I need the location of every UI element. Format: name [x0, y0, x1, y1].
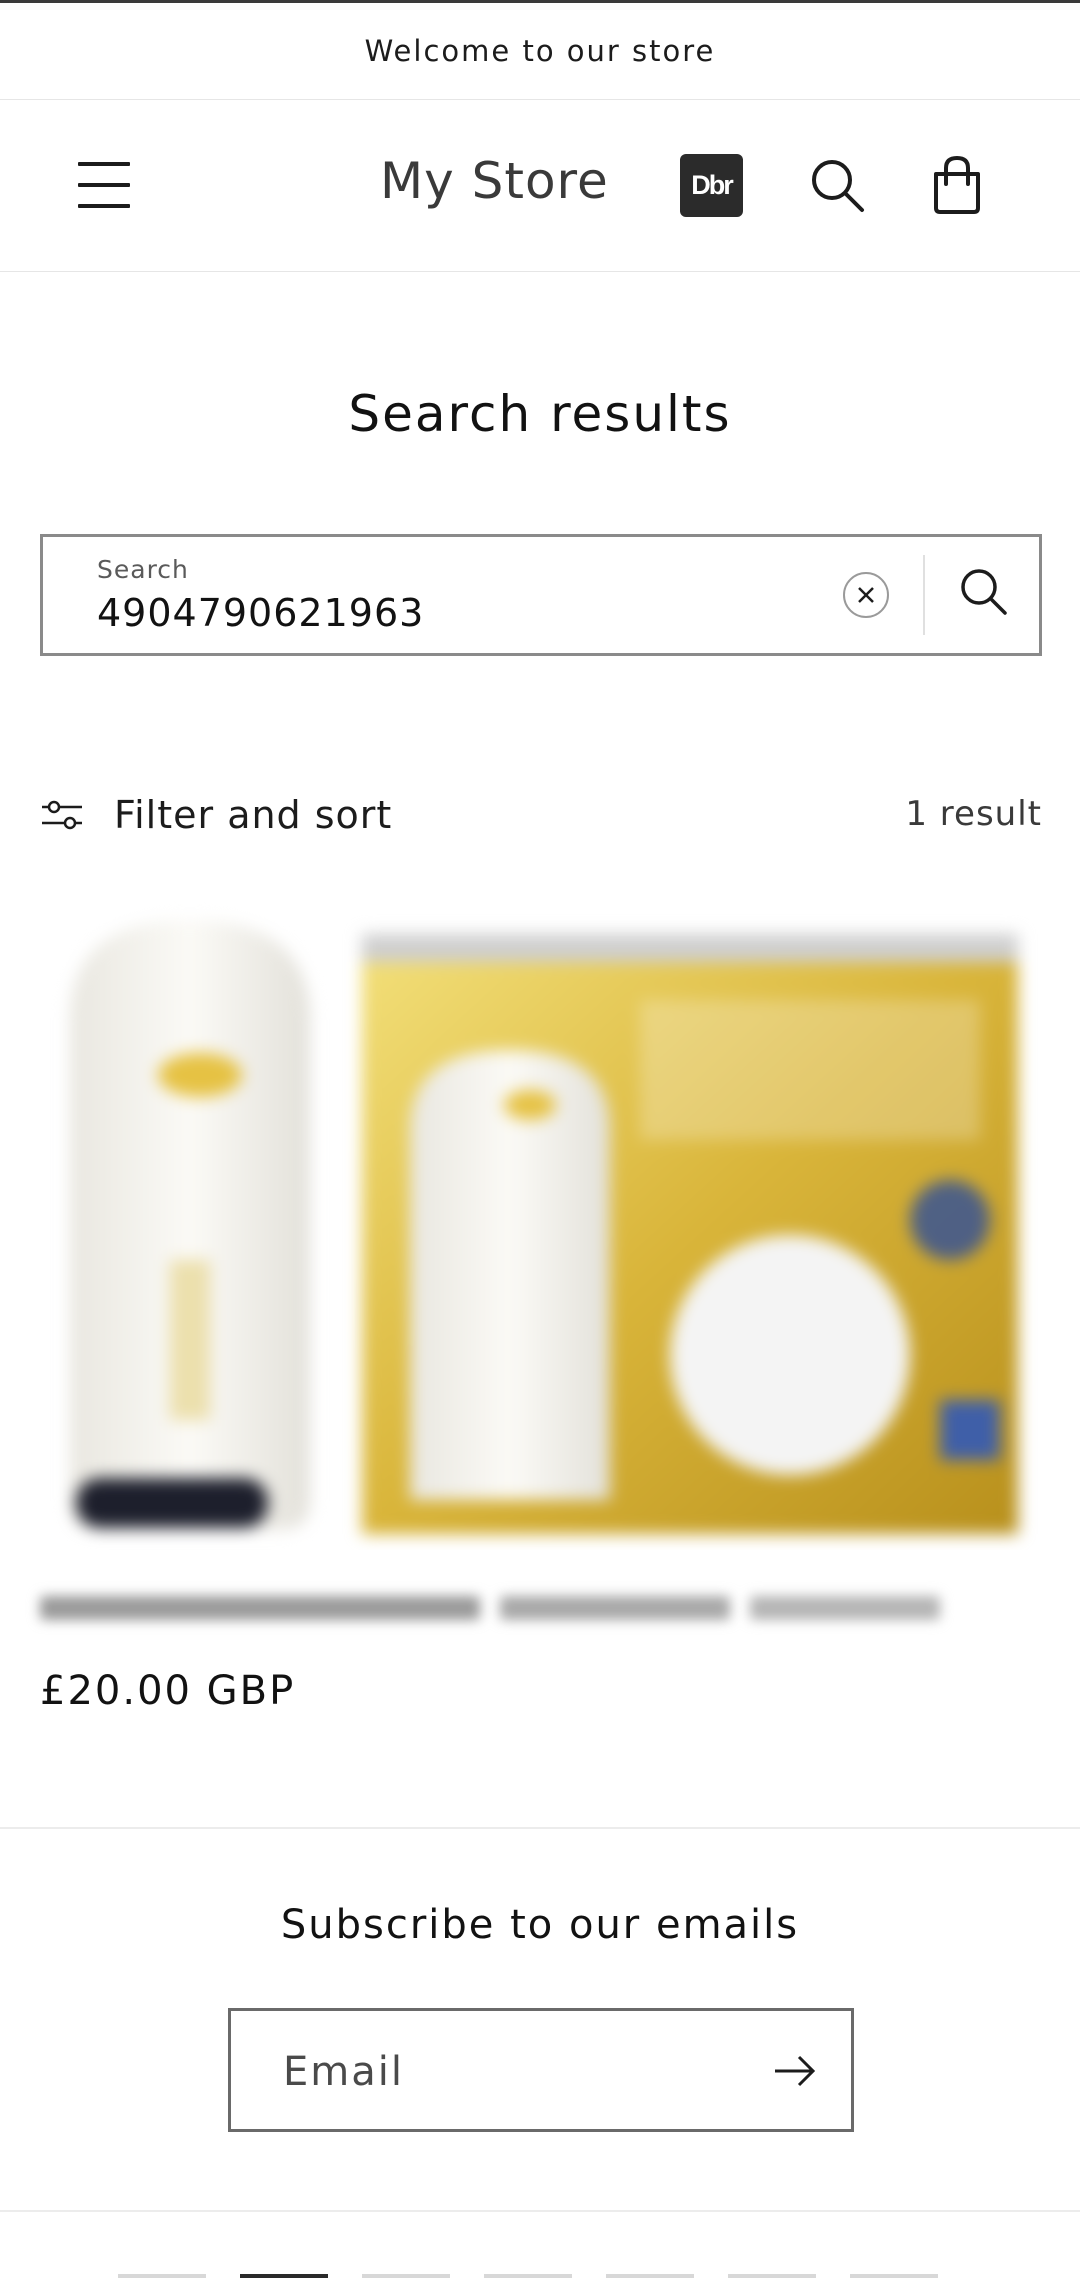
blurred-product-image — [70, 920, 1018, 1534]
menu-button[interactable] — [78, 160, 132, 210]
search-submit-button[interactable] — [959, 567, 1015, 623]
cart-button[interactable] — [928, 154, 986, 216]
announcement-text: Welcome to our store — [364, 34, 716, 68]
filter-sliders-icon — [42, 800, 82, 830]
search-icon — [812, 160, 864, 212]
email-field[interactable] — [228, 2008, 854, 2132]
menu-icon — [78, 162, 130, 166]
payment-icon — [850, 2274, 938, 2278]
payment-icon — [728, 2274, 816, 2278]
close-icon — [858, 587, 874, 603]
cart-icon — [934, 155, 980, 214]
email-input[interactable] — [281, 2041, 705, 2103]
store-name[interactable]: My Store — [380, 152, 609, 210]
footer-divider — [0, 1827, 1080, 1829]
footer-divider-2 — [0, 2210, 1080, 2212]
payment-icon — [362, 2274, 450, 2278]
page-title: Search results — [348, 385, 732, 443]
payment-icon — [118, 2274, 206, 2278]
arrow-right-icon — [775, 2055, 816, 2087]
header-search-button[interactable] — [810, 158, 866, 214]
filter-label: Filter and sort — [114, 793, 393, 837]
payment-icons-row — [118, 2266, 968, 2278]
result-count: 1 result — [905, 794, 1042, 834]
product-price: £20.00 GBP — [40, 1668, 296, 1714]
search-divider — [923, 555, 925, 635]
product-title[interactable] — [40, 1590, 960, 1626]
search-label: Search — [97, 555, 189, 584]
site-header: My Store Dbr — [0, 100, 1080, 272]
filter-row: Filter and sort 1 result — [40, 782, 1042, 848]
payment-icon — [606, 2274, 694, 2278]
search-icon — [961, 569, 1007, 615]
search-input[interactable]: 4904790621963 — [97, 591, 424, 635]
filter-and-sort-button[interactable]: Filter and sort — [40, 782, 392, 848]
blurred-product-title — [40, 1596, 940, 1620]
subscribe-title: Subscribe to our emails — [280, 1902, 800, 1948]
announcement-bar: Welcome to our store — [0, 0, 1080, 100]
product-card[interactable]: £20.00 GBP — [40, 900, 1042, 1730]
menu-icon-line — [78, 204, 130, 208]
dbr-badge[interactable]: Dbr — [680, 154, 743, 217]
product-image[interactable] — [40, 900, 1042, 1550]
search-field[interactable]: Search 4904790621963 — [40, 534, 1042, 656]
clear-search-button[interactable] — [843, 572, 889, 618]
payment-icon — [240, 2274, 328, 2278]
payment-icon — [484, 2274, 572, 2278]
email-submit-button[interactable] — [771, 2051, 819, 2091]
menu-icon-line — [78, 183, 130, 187]
